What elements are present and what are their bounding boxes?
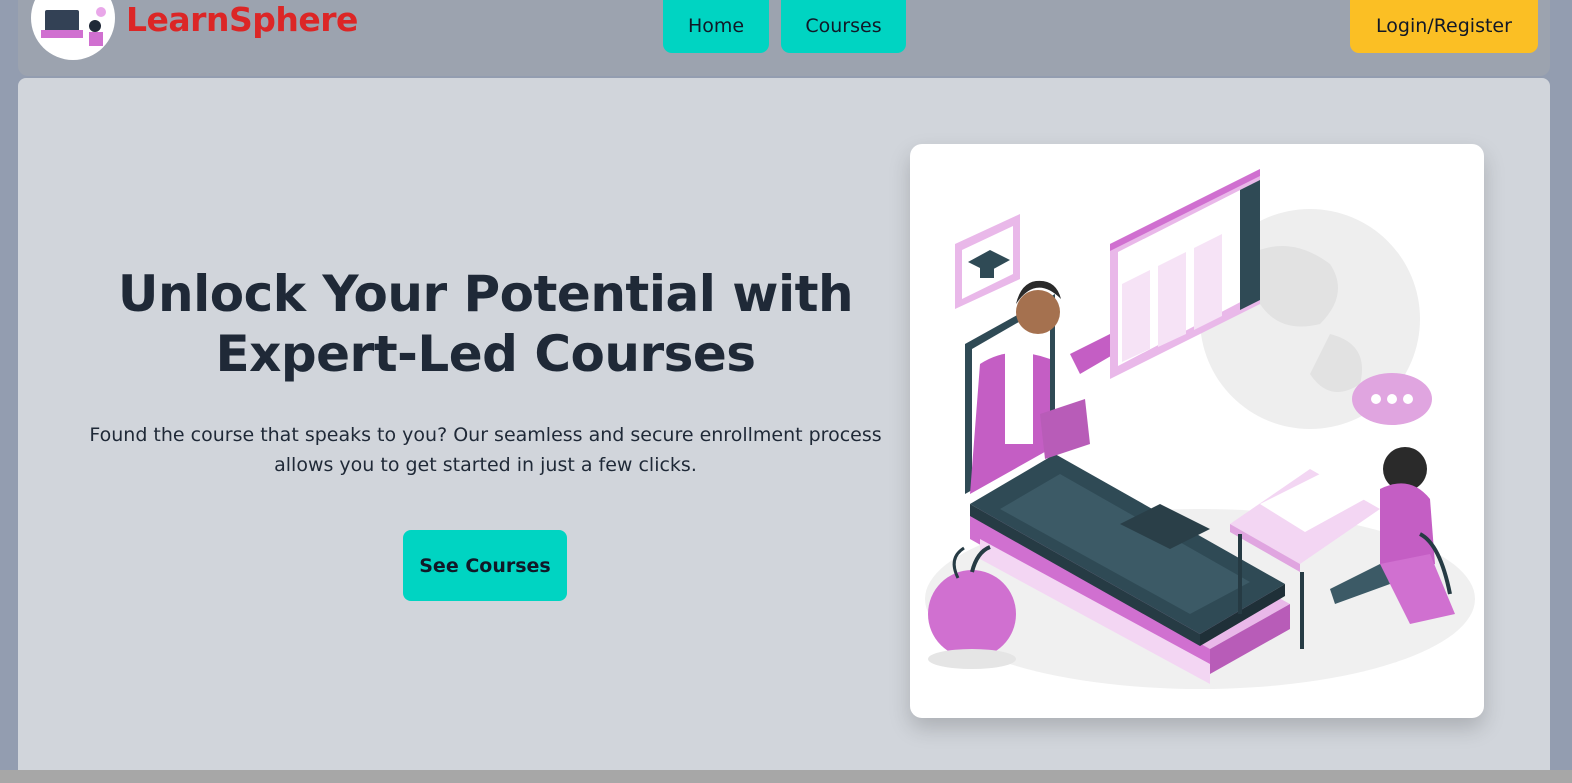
hero-title-line-1: Unlock Your Potential with (117, 265, 854, 323)
hero-title-line-2: Expert-Led Courses (215, 325, 756, 383)
online-learning-illustration (925, 169, 1475, 689)
hero-section: Unlock Your Potential with Expert-Led Co… (18, 78, 1550, 778)
hero-description-line-2: allows you to get started in just a few … (274, 454, 697, 476)
nav-home-button[interactable]: Home (663, 0, 769, 53)
hero-title: Unlock Your Potential with Expert-Led Co… (78, 264, 893, 384)
hero-illustration (910, 144, 1484, 718)
nav-courses-button[interactable]: Courses (781, 0, 906, 53)
bottom-scroll-bar (0, 770, 1572, 783)
see-courses-button[interactable]: See Courses (403, 530, 567, 601)
login-register-button[interactable]: Login/Register (1350, 0, 1538, 53)
brand-name[interactable]: LearnSphere (126, 0, 358, 40)
hero-description: Found the course that speaks to you? Our… (78, 420, 893, 480)
hero-description-line-1: Found the course that speaks to you? Our… (89, 424, 882, 446)
